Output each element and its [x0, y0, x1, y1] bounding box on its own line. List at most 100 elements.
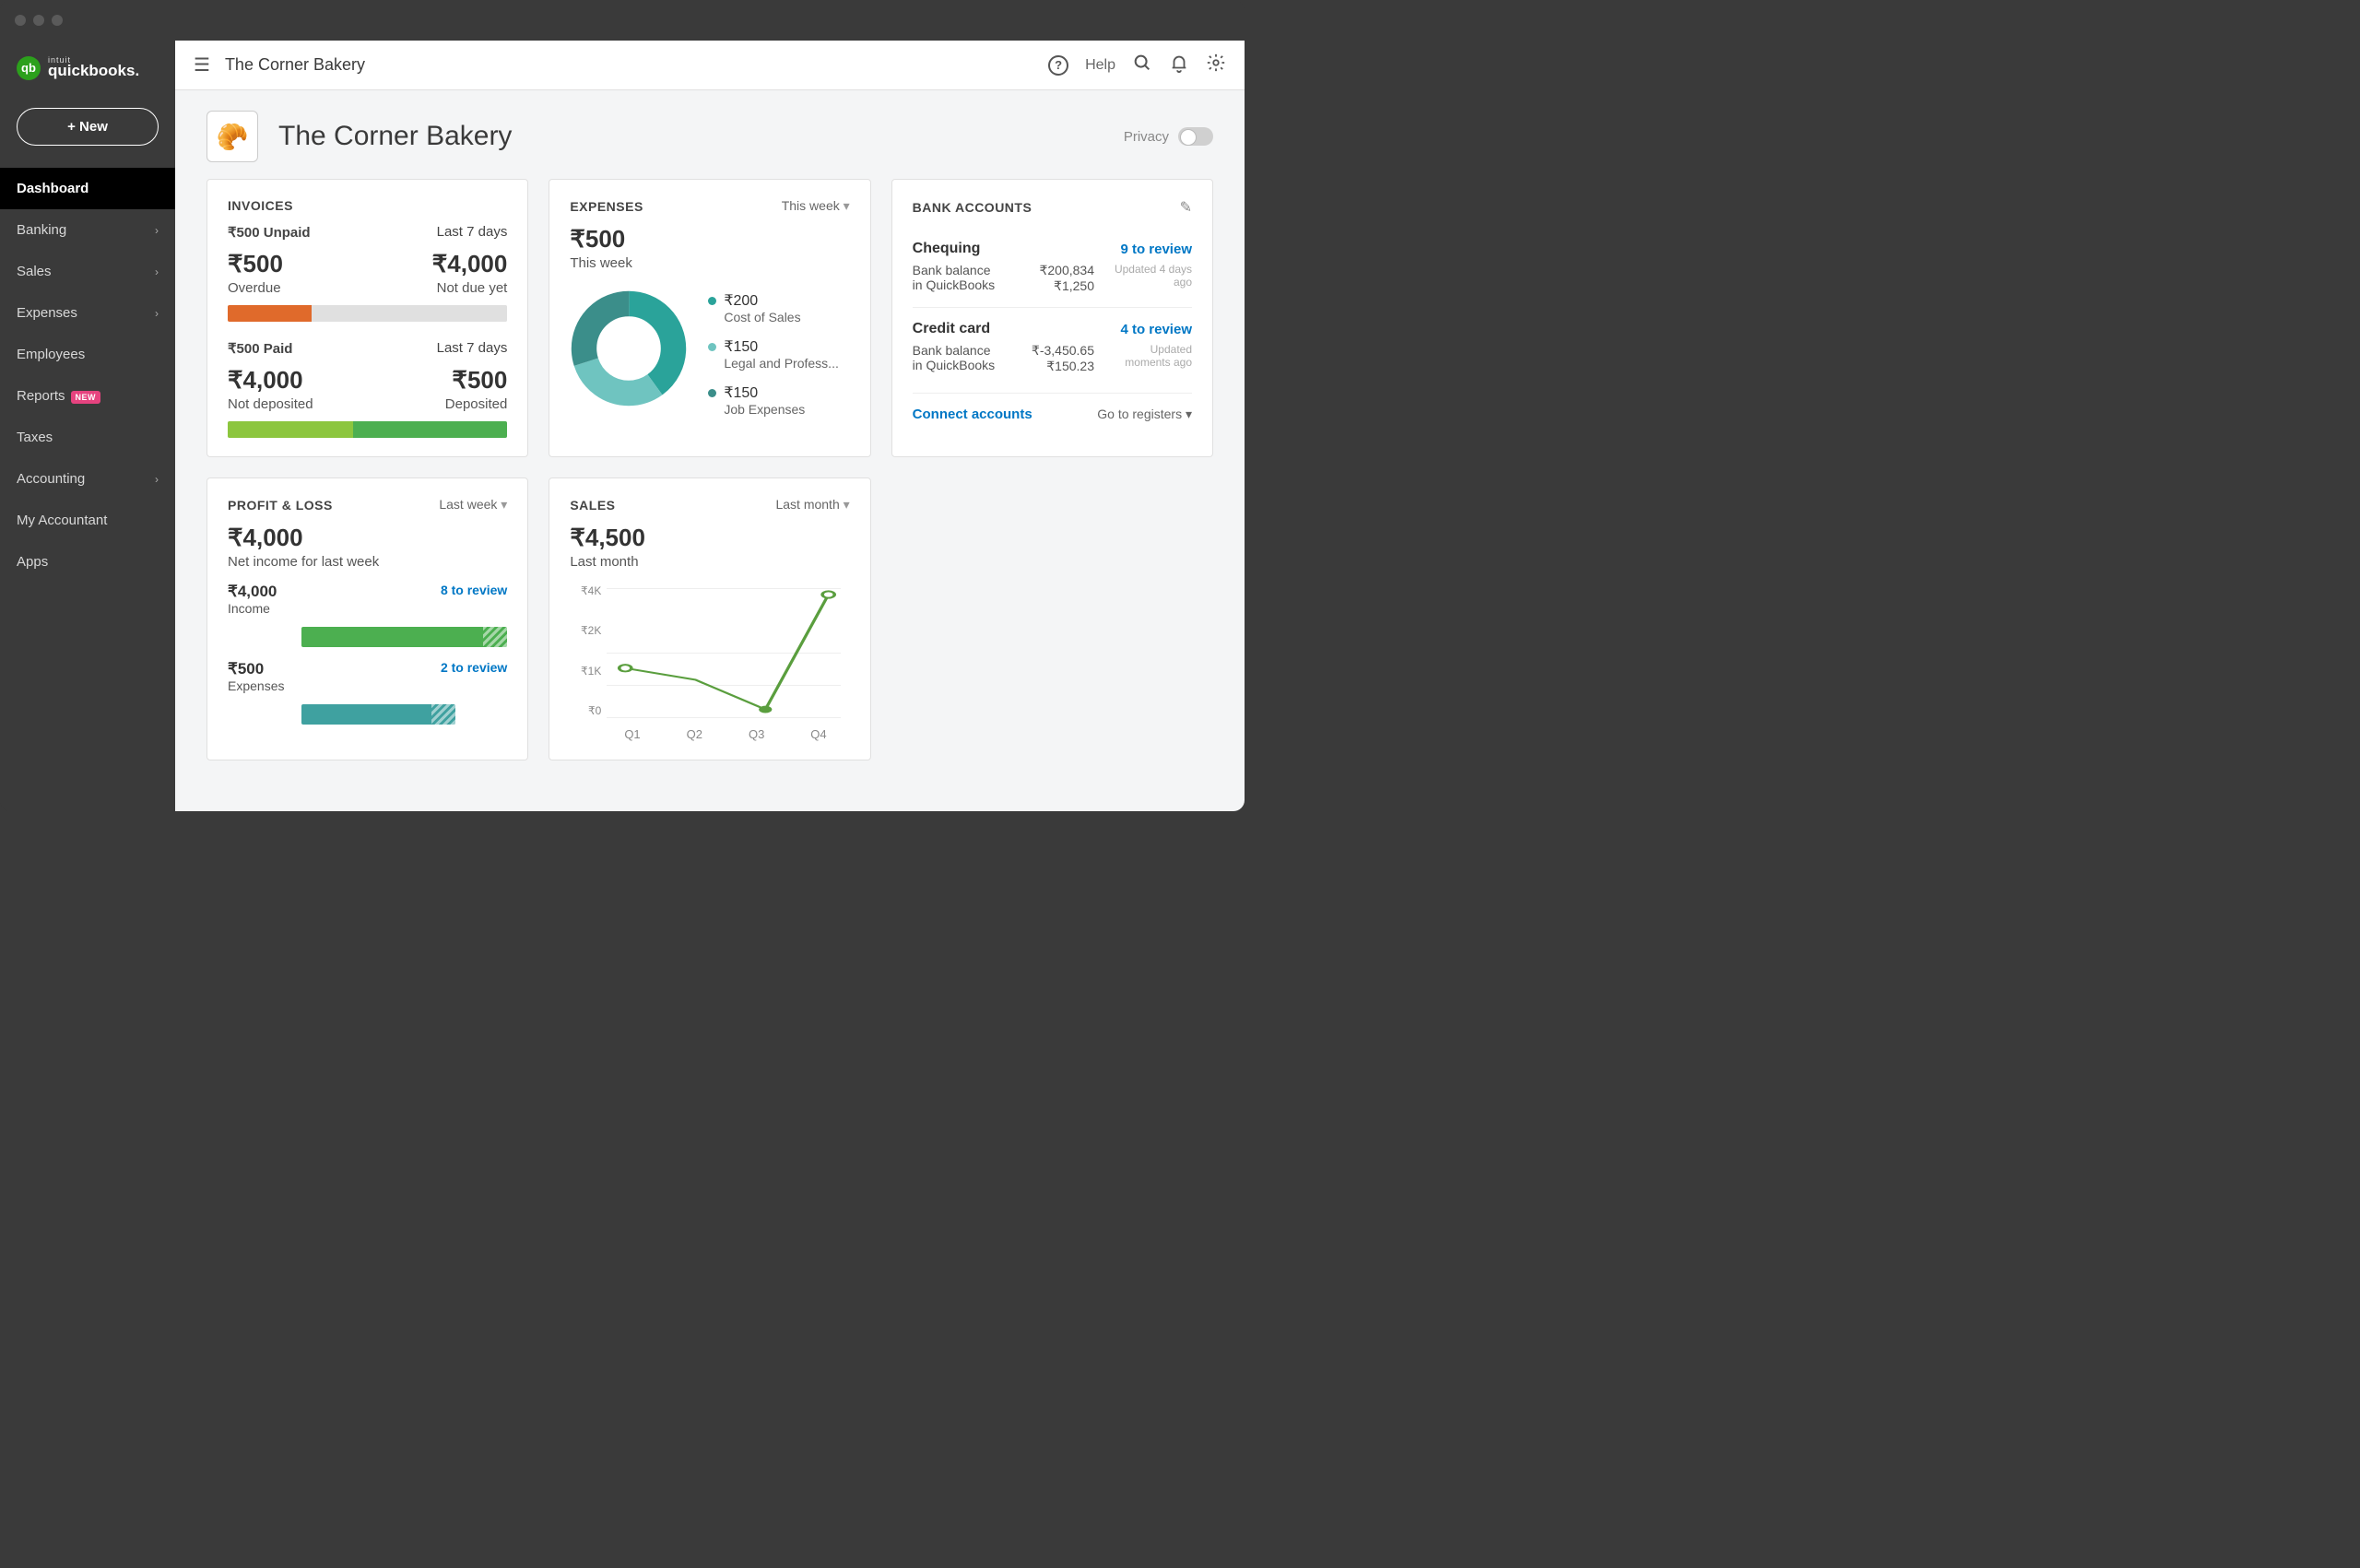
- bank-account-item: Chequing9 to reviewBank balancein QuickB…: [913, 228, 1192, 307]
- pl-income-bar: [301, 627, 507, 647]
- invoices-notdue-label: Not due yet: [432, 280, 508, 296]
- invoices-overdue-label: Overdue: [228, 280, 283, 296]
- legend-amount: ₹150: [724, 337, 839, 356]
- invoices-overdue-amount: ₹500: [228, 250, 283, 278]
- window-dot[interactable]: [33, 15, 44, 26]
- sidebar-item-dashboard[interactable]: Dashboard: [0, 168, 175, 209]
- invoices-notdep-amount: ₹4,000: [228, 366, 313, 395]
- legend-label: Cost of Sales: [724, 310, 800, 324]
- legend-dot-icon: [708, 343, 716, 351]
- expenses-period-dropdown[interactable]: This week: [782, 198, 850, 214]
- menu-icon[interactable]: ☰: [194, 53, 210, 77]
- pl-expense-review-link[interactable]: 2 to review: [441, 660, 507, 675]
- sidebar-item-label: Sales: [17, 264, 52, 279]
- expenses-card: EXPENSES This week ₹500 This week: [549, 179, 870, 457]
- sidebar-item-expenses[interactable]: Expenses›: [0, 292, 175, 334]
- pl-net-amount: ₹4,000: [228, 524, 507, 552]
- x-tick: Q2: [687, 727, 702, 741]
- legend-item: ₹150Legal and Profess...: [708, 337, 849, 371]
- bank-balance-value: ₹-3,450.65: [1032, 343, 1094, 359]
- window-dot[interactable]: [15, 15, 26, 26]
- invoices-dep-label: Deposited: [445, 396, 508, 412]
- bank-balance-value: ₹200,834: [1039, 263, 1094, 278]
- expenses-total-amount: ₹500: [570, 225, 849, 253]
- sales-period-dropdown[interactable]: Last month: [775, 497, 849, 513]
- sidebar-item-my-accountant[interactable]: My Accountant: [0, 500, 175, 541]
- invoices-card: INVOICES ₹500 Unpaid Last 7 days ₹500 Ov…: [206, 179, 528, 457]
- invoices-notdep-label: Not deposited: [228, 396, 313, 412]
- sidebar-item-label: Accounting: [17, 471, 85, 487]
- sidebar-item-accounting[interactable]: Accounting›: [0, 458, 175, 500]
- sidebar-item-label: Dashboard: [17, 181, 88, 196]
- sales-title: SALES: [570, 498, 615, 513]
- legend-dot-icon: [708, 297, 716, 305]
- pl-title: PROFIT & LOSS: [228, 498, 333, 513]
- sidebar-item-reports[interactable]: ReportsNEW: [0, 375, 175, 417]
- edit-icon[interactable]: ✎: [1180, 198, 1192, 217]
- brand-logo: qb intuit quickbooks.: [0, 48, 175, 99]
- brand-badge: qb: [17, 56, 41, 80]
- settings-icon[interactable]: [1206, 53, 1226, 78]
- invoices-dep-amount: ₹500: [445, 366, 508, 395]
- help-icon[interactable]: ?: [1048, 55, 1068, 76]
- pl-expense-label: Expenses: [228, 678, 507, 693]
- bank-account-name: Credit card: [913, 321, 990, 337]
- legend-amount: ₹200: [724, 291, 800, 310]
- sidebar-item-label: Apps: [17, 554, 48, 570]
- bank-updated-note: Updated moments ago: [1109, 343, 1192, 374]
- invoices-title: INVOICES: [228, 198, 293, 213]
- page-title: The Corner Bakery: [278, 121, 512, 152]
- invoices-notdue-amount: ₹4,000: [432, 250, 508, 278]
- legend-label: Job Expenses: [724, 402, 805, 417]
- sidebar-item-banking[interactable]: Banking›: [0, 209, 175, 251]
- brand-name: quickbooks.: [48, 62, 139, 80]
- bank-review-link[interactable]: 9 to review: [1120, 242, 1192, 257]
- search-icon[interactable]: [1132, 53, 1152, 78]
- privacy-toggle[interactable]: [1178, 127, 1213, 146]
- bank-review-link[interactable]: 4 to review: [1120, 322, 1192, 337]
- pl-net-label: Net income for last week: [228, 554, 507, 570]
- sidebar-item-apps[interactable]: Apps: [0, 541, 175, 583]
- new-button[interactable]: + New: [17, 108, 159, 146]
- pl-income-review-link[interactable]: 8 to review: [441, 583, 507, 597]
- y-tick: ₹1K: [570, 665, 601, 678]
- window-dot[interactable]: [52, 15, 63, 26]
- pl-expense-amount: ₹500: [228, 660, 264, 678]
- invoices-paid-period: Last 7 days: [437, 340, 508, 356]
- chevron-right-icon: ›: [155, 265, 159, 278]
- bank-qb-label: in QuickBooks: [913, 277, 995, 292]
- connect-accounts-link[interactable]: Connect accounts: [913, 407, 1032, 422]
- legend-label: Legal and Profess...: [724, 356, 839, 371]
- expenses-title: EXPENSES: [570, 199, 643, 214]
- goto-registers-dropdown[interactable]: Go to registers: [1097, 407, 1192, 422]
- x-tick: Q3: [749, 727, 764, 741]
- x-tick: Q4: [810, 727, 826, 741]
- invoices-paid-summary: ₹500 Paid: [228, 340, 292, 357]
- pl-income-amount: ₹4,000: [228, 583, 277, 600]
- page-header: 🥐 The Corner Bakery Privacy: [175, 90, 1245, 179]
- sales-card: SALES Last month ₹4,500 Last month ₹4K₹2…: [549, 477, 870, 760]
- privacy-label: Privacy: [1124, 129, 1169, 145]
- bank-account-name: Chequing: [913, 241, 981, 257]
- notifications-icon[interactable]: [1169, 53, 1189, 78]
- sidebar-item-sales[interactable]: Sales ›: [0, 251, 175, 292]
- help-label[interactable]: Help: [1085, 57, 1115, 74]
- invoices-unpaid-bar: [228, 305, 507, 322]
- window-titlebar: [0, 0, 1245, 41]
- sidebar-item-taxes[interactable]: Taxes: [0, 417, 175, 458]
- sidebar-item-employees[interactable]: Employees: [0, 334, 175, 375]
- legend-dot-icon: [708, 389, 716, 397]
- bank-qb-value: ₹150.23: [1032, 359, 1094, 374]
- sales-line-chart: ₹4K₹2K₹1K₹0 Q1Q2Q: [570, 584, 849, 741]
- pl-period-dropdown[interactable]: Last week: [439, 497, 507, 513]
- legend-amount: ₹150: [724, 383, 805, 402]
- bank-qb-label: in QuickBooks: [913, 358, 995, 372]
- sidebar-item-label: Banking: [17, 222, 66, 238]
- pl-income-label: Income: [228, 601, 507, 616]
- topbar-title: The Corner Bakery: [225, 55, 365, 75]
- business-avatar[interactable]: 🥐: [206, 111, 258, 162]
- pl-expense-bar: [301, 704, 455, 725]
- bank-qb-value: ₹1,250: [1039, 278, 1094, 294]
- expenses-total-label: This week: [570, 255, 849, 271]
- bank-accounts-card: BANK ACCOUNTS ✎ Chequing9 to reviewBank …: [891, 179, 1213, 457]
